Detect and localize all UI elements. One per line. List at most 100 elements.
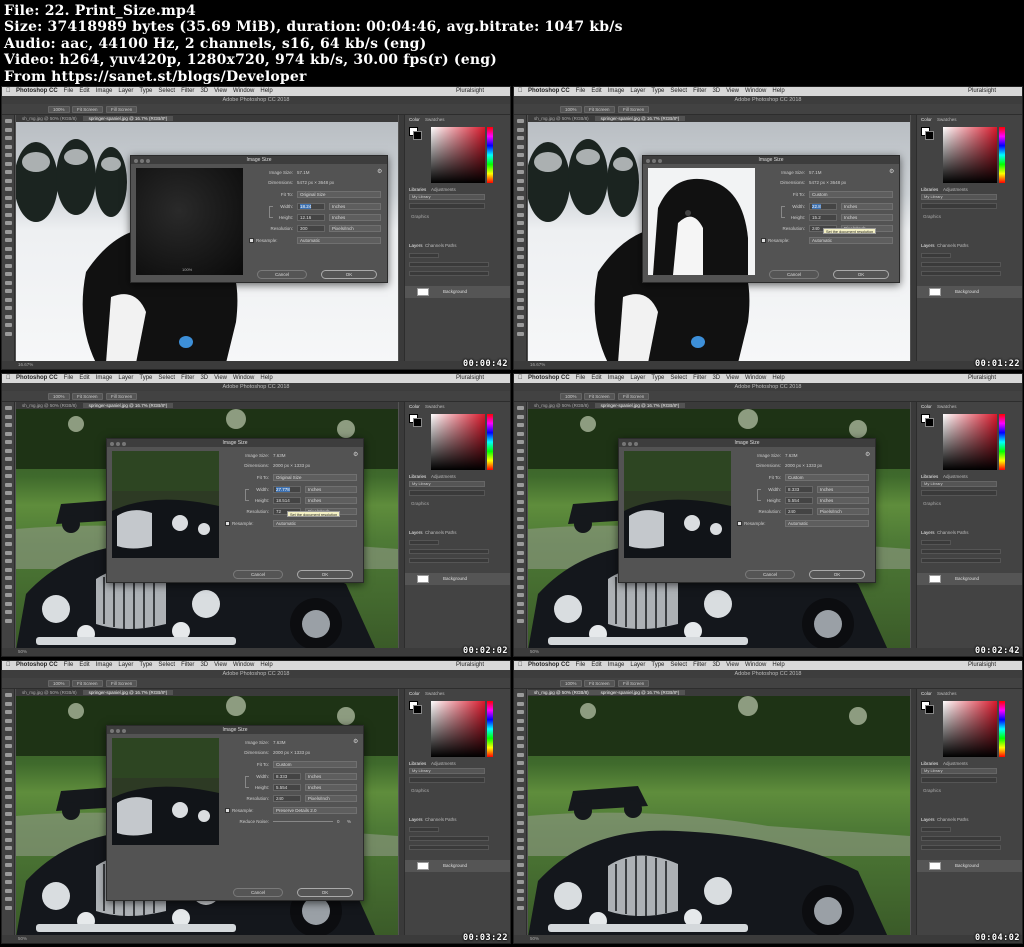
color-picker-field[interactable] <box>431 701 485 757</box>
menu-window[interactable]: Window <box>745 88 766 94</box>
tool-icon[interactable] <box>5 880 12 884</box>
tool-icon[interactable] <box>5 888 12 893</box>
tool-icon[interactable] <box>517 306 524 310</box>
menu-type[interactable]: Type <box>651 88 664 94</box>
tool-icon[interactable] <box>5 474 12 478</box>
layer-control[interactable] <box>409 540 439 545</box>
tool-icon[interactable] <box>5 610 12 614</box>
menu-filter[interactable]: Filter <box>693 88 706 94</box>
width-unit-select[interactable]: Inches <box>305 773 357 780</box>
cancel-button[interactable]: Cancel <box>769 270 819 279</box>
tool-icon[interactable] <box>517 888 524 893</box>
layer-control[interactable] <box>921 262 1001 267</box>
minimize-icon[interactable] <box>116 729 120 733</box>
height-unit-select[interactable]: Inches <box>817 497 869 504</box>
fit-to-select[interactable]: Custom <box>809 191 893 198</box>
menu-edit[interactable]: Edit <box>79 88 89 94</box>
cancel-button[interactable]: Cancel <box>233 570 283 579</box>
tool-icon[interactable] <box>517 778 524 782</box>
height-input[interactable]: 5.554 <box>273 784 301 791</box>
graphics-section[interactable]: Graphics <box>923 501 941 506</box>
tool-icon[interactable] <box>517 246 524 251</box>
background-color[interactable] <box>925 418 934 427</box>
menu-select[interactable]: Select <box>670 662 687 668</box>
tab-document-1[interactable]: sh_mg.jpg @ 50% (RGB/8) <box>16 403 83 408</box>
menu-app-name[interactable]: Photoshop CC <box>16 88 58 94</box>
tool-icon[interactable] <box>5 448 12 453</box>
tab-document-2[interactable]: springer-spaniel.jpg @ 16.7% (RGB/8*) <box>82 690 174 695</box>
menu-file[interactable]: File <box>576 88 586 94</box>
menubar-user[interactable]: Pluralsight <box>968 661 996 670</box>
menu-window[interactable]: Window <box>233 88 254 94</box>
menu-edit[interactable]: Edit <box>591 375 601 381</box>
tab-color[interactable]: Color <box>409 404 420 409</box>
height-unit-select[interactable]: Inches <box>329 214 381 221</box>
menu-type[interactable]: Type <box>651 662 664 668</box>
tool-icon[interactable] <box>5 576 12 580</box>
menu-window[interactable]: Window <box>233 662 254 668</box>
library-select[interactable]: My Library <box>409 481 485 487</box>
layer-control[interactable] <box>921 827 951 832</box>
menu-type[interactable]: Type <box>139 662 152 668</box>
tool-icon[interactable] <box>517 610 524 614</box>
tool-icon[interactable] <box>517 272 524 276</box>
tool-icon[interactable] <box>517 803 524 808</box>
tool-icon[interactable] <box>5 846 12 850</box>
tool-icon[interactable] <box>5 559 12 563</box>
tool-icon[interactable] <box>5 255 12 259</box>
zoom-100-button[interactable]: 100% <box>48 106 70 113</box>
tool-icon[interactable] <box>5 727 12 731</box>
tool-icon[interactable] <box>5 803 12 808</box>
menu-image[interactable]: Image <box>96 88 113 94</box>
tool-icon[interactable] <box>517 752 524 757</box>
tab-color[interactable]: Color <box>409 117 420 122</box>
fit-to-select[interactable]: Custom <box>273 761 357 768</box>
hue-slider[interactable] <box>487 414 493 470</box>
tool-icon[interactable] <box>5 854 12 859</box>
tool-icon[interactable] <box>5 744 12 748</box>
zoom-100-button[interactable]: 100% <box>560 393 582 400</box>
constrain-proportions-icon[interactable] <box>245 776 249 788</box>
tool-icon[interactable] <box>517 871 524 876</box>
resolution-input[interactable]: 300 <box>297 225 325 232</box>
menu-image[interactable]: Image <box>608 88 625 94</box>
resample-select[interactable]: Preserve Details 2.0 <box>273 807 357 814</box>
zoom-icon[interactable] <box>122 729 126 733</box>
menu-view[interactable]: View <box>214 662 227 668</box>
close-icon[interactable] <box>110 442 114 446</box>
close-icon[interactable] <box>646 159 650 163</box>
tool-icon[interactable] <box>517 812 524 816</box>
tool-icon[interactable] <box>5 820 12 825</box>
minimize-icon[interactable] <box>140 159 144 163</box>
tool-icon[interactable] <box>517 863 524 867</box>
background-color[interactable] <box>413 418 422 427</box>
tool-icon[interactable] <box>517 854 524 859</box>
tool-icon[interactable] <box>5 837 12 842</box>
layer-row-background[interactable]: Background <box>405 860 510 872</box>
menu-app-name[interactable]: Photoshop CC <box>16 662 58 668</box>
tab-layers[interactable]: Layers <box>409 243 423 248</box>
menu-select[interactable]: Select <box>158 88 175 94</box>
tool-icon[interactable] <box>517 567 524 572</box>
tool-icon[interactable] <box>5 482 12 487</box>
tool-icon[interactable] <box>517 314 524 319</box>
tool-icon[interactable] <box>5 263 12 268</box>
tab-adjustments[interactable]: Adjustments <box>431 187 456 192</box>
tab-layers[interactable]: Layers <box>921 530 935 535</box>
tab-adjustments[interactable]: Adjustments <box>431 761 456 766</box>
close-icon[interactable] <box>134 159 138 163</box>
image-preview[interactable] <box>648 168 755 275</box>
hue-slider[interactable] <box>487 701 493 757</box>
tool-icon[interactable] <box>5 178 12 183</box>
library-select[interactable]: My Library <box>409 768 485 774</box>
tool-icon[interactable] <box>517 280 524 285</box>
menu-image[interactable]: Image <box>96 375 113 381</box>
tool-icon[interactable] <box>517 153 524 157</box>
width-input[interactable]: 27.778 <box>273 486 301 493</box>
menu-filter[interactable]: Filter <box>693 662 706 668</box>
close-icon[interactable] <box>110 729 114 733</box>
menu-edit[interactable]: Edit <box>591 88 601 94</box>
menu-file[interactable]: File <box>64 88 74 94</box>
tool-icon[interactable] <box>517 880 524 884</box>
tab-document-1[interactable]: sh_mg.jpg @ 50% (RGB/8) <box>528 403 595 408</box>
